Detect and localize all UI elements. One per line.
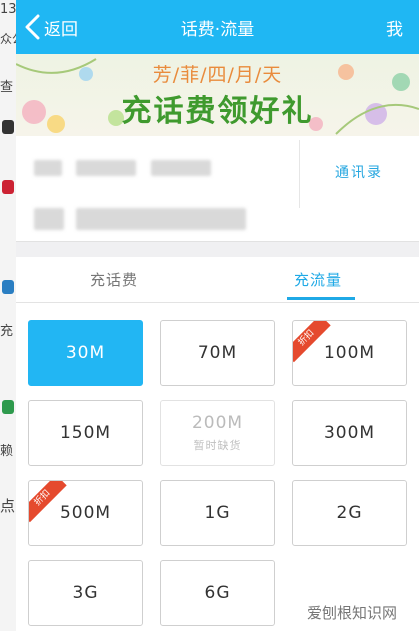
background-text-fragment: 众公 [0,32,16,46]
contacts-button[interactable]: 通讯录 [299,162,419,182]
package-value: 100M [323,343,376,363]
background-time-fragment: 13 [0,2,16,17]
tab-data-traffic[interactable]: 充流量 [294,269,342,290]
package-value: 3G [72,583,99,603]
package-value: 30M [65,343,106,363]
package-value: 2G [336,503,363,523]
page-title: 话费·流量 [180,20,255,40]
top-bar: 返回 话费·流量 我 [16,0,419,54]
recharge-tabs: 充话费 充流量 [16,257,419,303]
out-of-stock-note: 暂时缺货 [193,439,242,452]
redacted-carrier-info [76,208,246,230]
package-option-150m[interactable]: 150M [28,400,143,466]
package-option-6g[interactable]: 6G [160,560,275,626]
package-option-70m[interactable]: 70M [160,320,275,386]
package-option-300m[interactable]: 300M [292,400,407,466]
package-option-200m: 200M 暂时缺货 [160,400,275,466]
banner-subtitle: 芳/菲/四/月/天 [152,64,283,86]
package-value: 6G [204,583,231,603]
background-text-fragment: 点 [0,497,16,515]
background-app-sliver: 13 众公 查 充 赖 点 [0,0,16,631]
banner-title: 充话费领好礼 [121,94,314,129]
background-text-fragment: 赖 [0,444,14,459]
package-grid: 30M 70M 折扣 100M 150M 200M 暂时缺货 300M 折扣 5… [16,303,419,631]
package-option-1g[interactable]: 1G [160,480,275,546]
tab-phone-credit[interactable]: 充话费 [90,269,138,290]
package-option-500m[interactable]: 折扣 500M [28,480,143,546]
watermark: 爱刨根知识网 [306,604,397,622]
package-value: 200M [191,413,244,433]
package-value: 70M [197,343,238,363]
promo-banner[interactable]: 芳/菲/四/月/天 充话费领好礼 [16,54,419,136]
package-value: 500M [59,503,112,523]
background-text-fragment: 充 [0,324,14,339]
background-icon-fragment [2,120,14,134]
redacted-carrier-info [34,208,64,230]
my-account-button[interactable]: 我 [386,15,403,40]
redacted-phone-number [76,160,136,176]
package-option-30m[interactable]: 30M [28,320,143,386]
package-value: 300M [323,423,376,443]
package-option-3g[interactable]: 3G [28,560,143,626]
redacted-phone-number [151,160,211,176]
redacted-phone-number [34,160,62,176]
package-option-100m[interactable]: 折扣 100M [292,320,407,386]
background-icon-fragment [2,280,14,294]
background-text-fragment: 查 [0,80,14,95]
phone-number-section: 通讯录 [16,136,419,242]
package-option-2g[interactable]: 2G [292,480,407,546]
background-icon-fragment [2,180,14,194]
package-value: 150M [59,423,112,443]
background-icon-fragment [2,400,14,414]
recharge-panel: 返回 话费·流量 我 芳/菲/四/月/天 充话费领好礼 通讯录 充话费 充流量 … [16,0,419,631]
active-tab-indicator [287,297,355,300]
package-value: 1G [204,503,231,523]
